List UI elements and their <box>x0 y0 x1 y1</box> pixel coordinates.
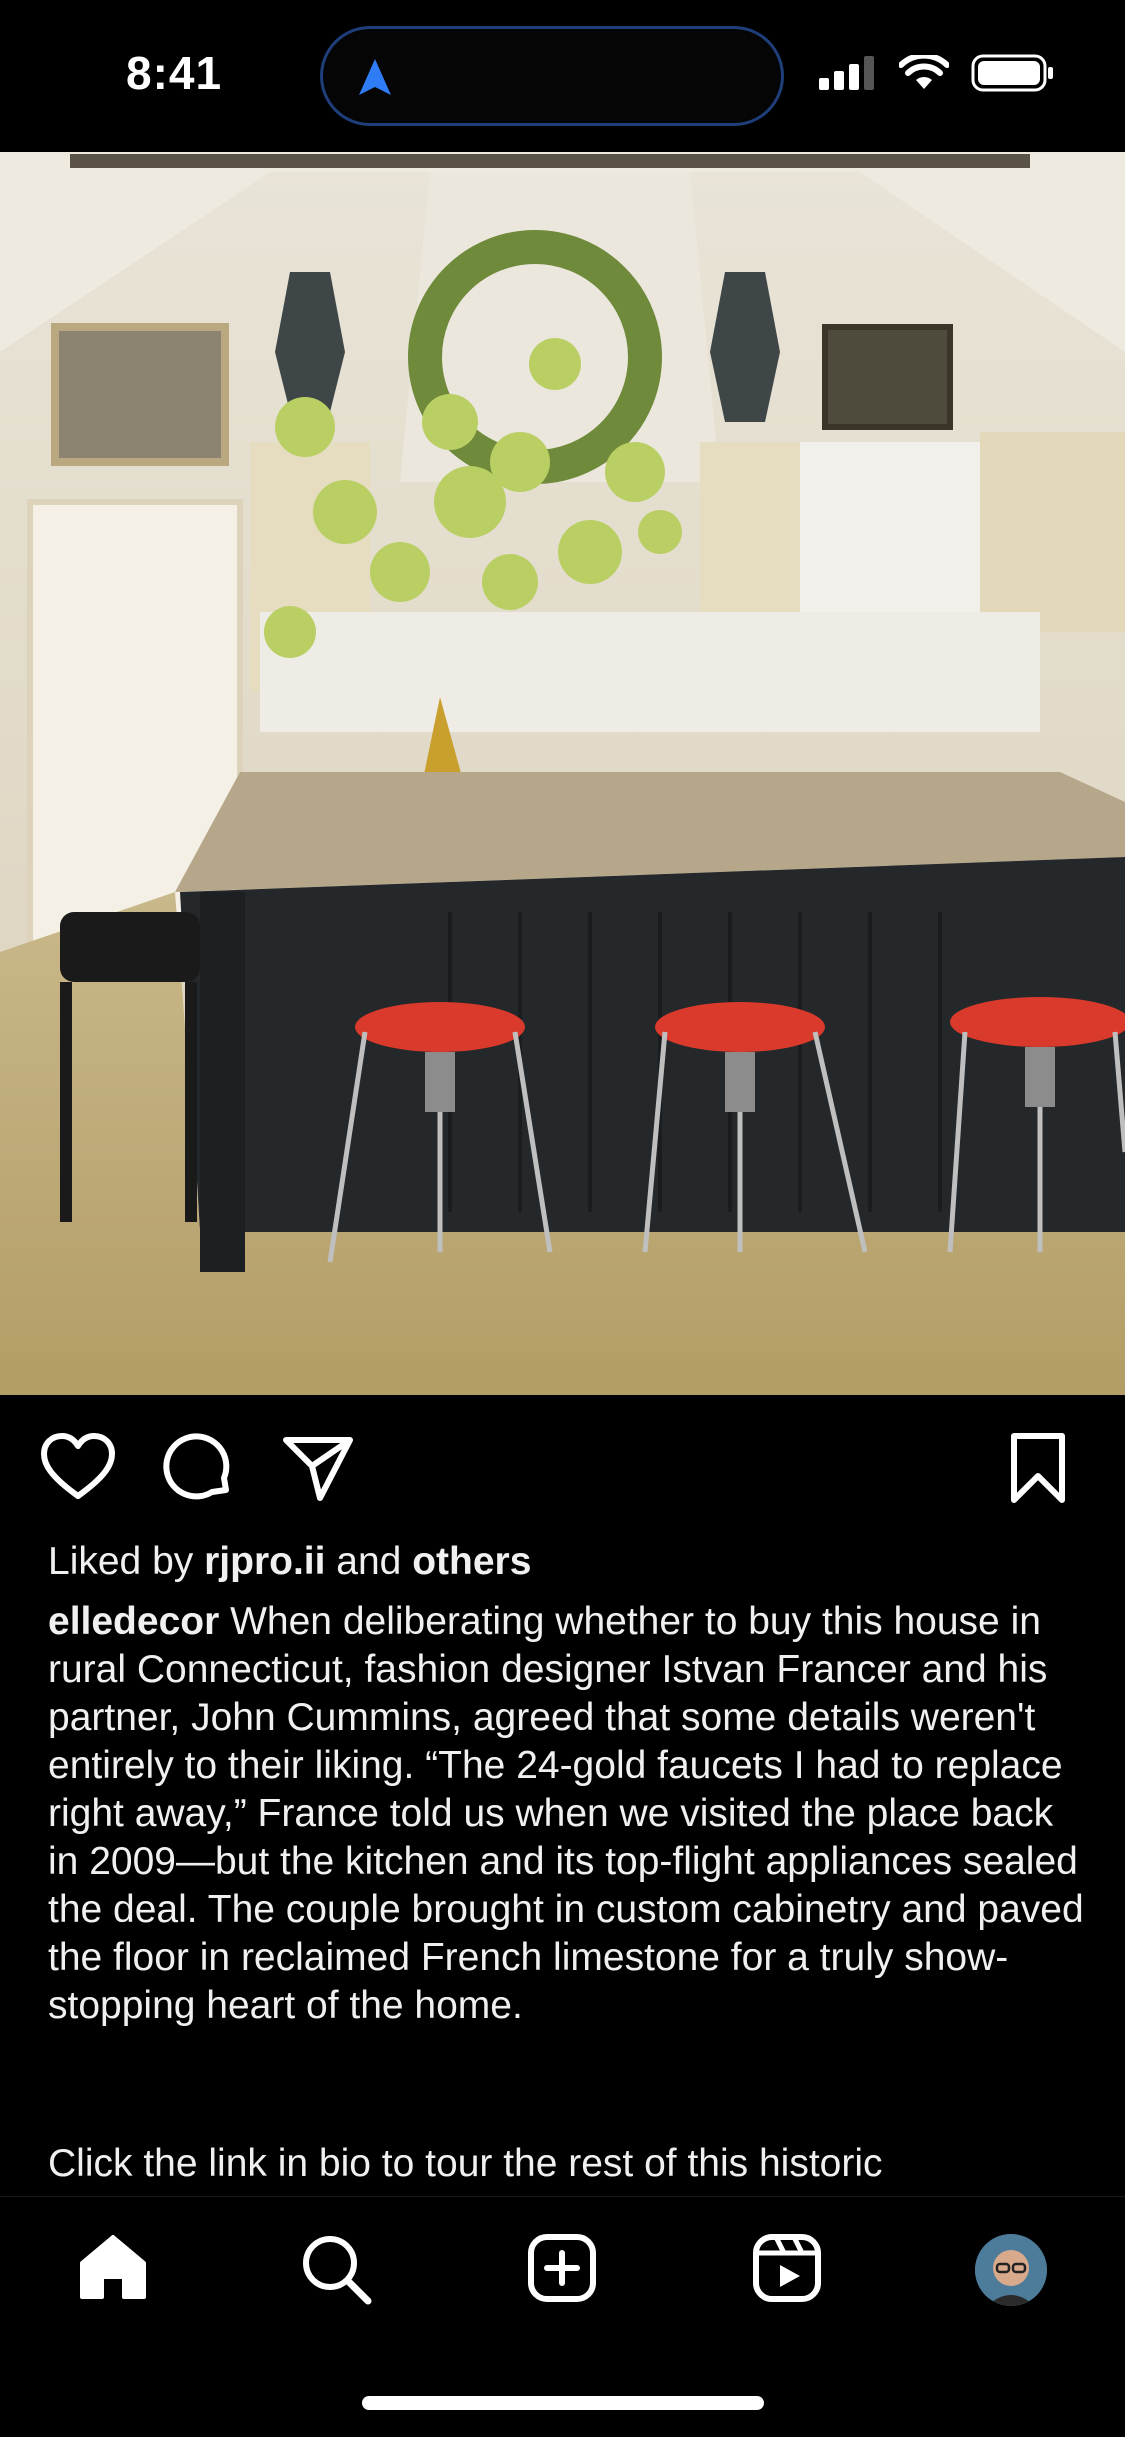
paper-plane-icon[interactable] <box>282 1432 354 1504</box>
caption-continued: Click the link in bio to tour the rest o… <box>48 2142 883 2185</box>
liked-by-others[interactable]: others <box>412 1540 531 1583</box>
caption-text: When deliberating whether to buy this ho… <box>48 1600 1095 2027</box>
post-caption: elledecor When deliberating whether to b… <box>48 1598 1088 2030</box>
status-bar: 8:41 <box>0 0 1125 152</box>
post-image[interactable] <box>0 152 1125 1395</box>
wifi-icon <box>899 55 949 89</box>
cellular-signal-icon <box>819 56 874 90</box>
location-arrow-icon <box>359 59 391 95</box>
search-icon[interactable] <box>300 2233 372 2305</box>
liked-by-prefix: Liked by <box>48 1540 205 1583</box>
kitchen-photo-icon <box>0 152 1125 1395</box>
reels-icon[interactable] <box>752 2233 822 2303</box>
avatar-image <box>975 2234 1047 2306</box>
liked-by-mid: and <box>325 1540 413 1583</box>
status-icons <box>819 54 1055 92</box>
bookmark-icon[interactable] <box>1008 1432 1068 1504</box>
dynamic-island[interactable] <box>320 26 784 126</box>
status-time: 8:41 <box>126 47 223 99</box>
liked-by-user[interactable]: rjpro.ii <box>204 1540 325 1583</box>
profile-avatar[interactable] <box>975 2234 1047 2306</box>
heart-icon[interactable] <box>40 1432 116 1504</box>
caption-author[interactable]: elledecor <box>48 1600 219 1643</box>
create-icon[interactable] <box>527 2233 597 2303</box>
home-indicator[interactable] <box>362 2396 764 2410</box>
home-icon[interactable] <box>78 2233 148 2301</box>
comment-icon[interactable] <box>162 1432 234 1504</box>
battery-icon <box>971 54 1053 92</box>
liked-by[interactable]: Liked by rjpro.ii and others <box>48 1540 531 1584</box>
post-actions <box>0 1420 1125 1520</box>
